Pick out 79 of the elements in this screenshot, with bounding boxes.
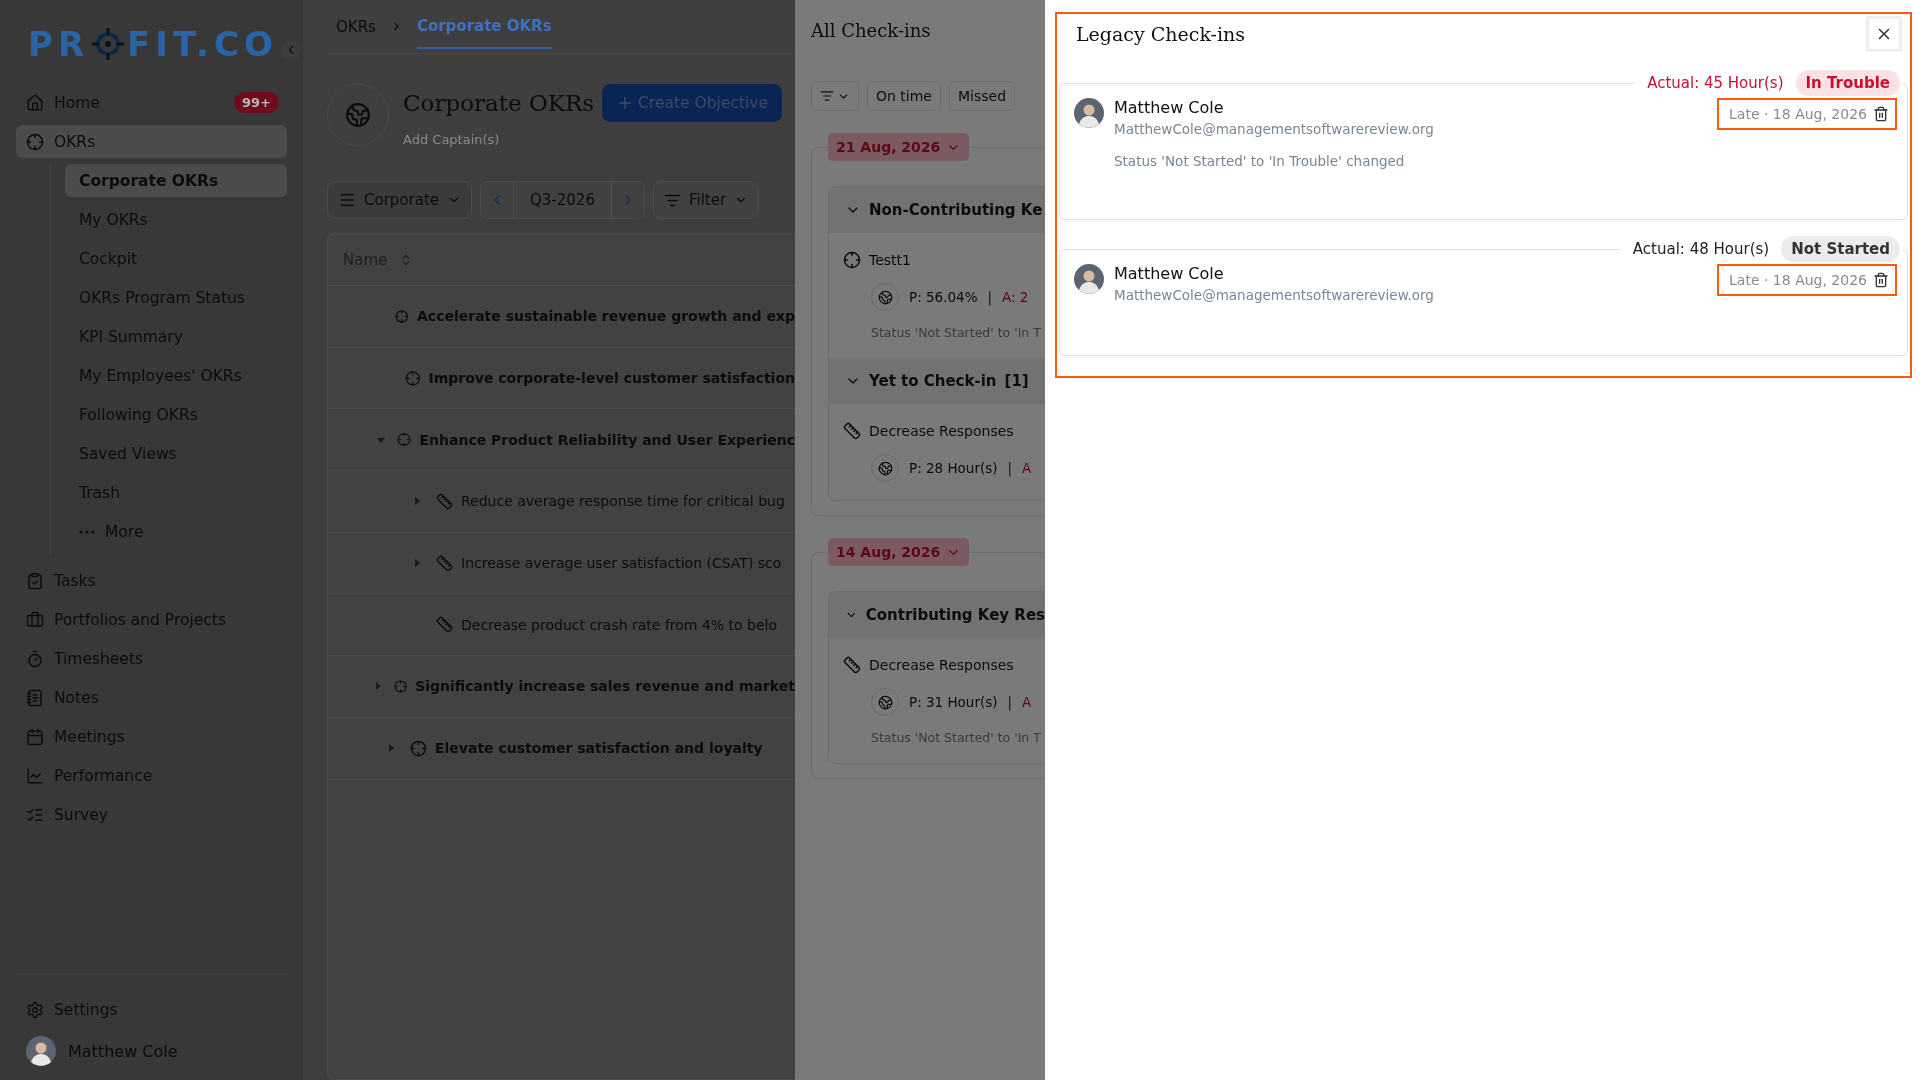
more-icon (79, 529, 95, 534)
date-chip[interactable]: 14 Aug, 2026 (828, 538, 970, 566)
user-avatar (1074, 98, 1104, 128)
section-title: Yet to Check-in (869, 372, 997, 390)
planned-value: P: 31 Hour(s) (909, 694, 998, 710)
ruler-icon (436, 492, 453, 510)
status-change: Status 'Not Started' to 'In T (870, 730, 1042, 745)
panel-title: Legacy Check-ins (1076, 23, 1246, 45)
section-header[interactable]: Contributing Key Res (829, 592, 1045, 638)
breadcrumb-link[interactable]: Corporate OKRs (416, 4, 552, 49)
user-email: MatthewCole@managementsoftwarereview.org (1114, 121, 1434, 137)
chart-icon (26, 766, 44, 785)
planned-value: P: 56.04% (909, 289, 978, 305)
status-change: Status 'Not Started' to 'In Trouble' changed (1114, 153, 1406, 169)
add-captain-link[interactable]: Add Captain(s) (403, 132, 782, 147)
target-icon (397, 431, 412, 449)
separator: | (1007, 694, 1013, 710)
target-icon (843, 251, 861, 269)
notification-badge: 99+ (234, 92, 279, 113)
target-icon (395, 307, 409, 325)
user-avatar (26, 1036, 56, 1066)
section-count: [1] (1004, 372, 1029, 390)
panel-title: All Check-ins (811, 20, 932, 41)
user-avatar (1074, 264, 1104, 294)
delete-button[interactable] (1873, 106, 1889, 122)
status-badge: Not Started (1781, 236, 1900, 262)
section-title: Contributing Key Res (865, 606, 1045, 624)
actual-value: A: 2 (1002, 289, 1029, 305)
planned-value: P: 28 Hour(s) (909, 460, 998, 476)
checkin-name: Decrease Responses (869, 657, 1014, 673)
notepad-icon (26, 688, 44, 707)
actual-value: Actual: 45 Hour(s) (1647, 74, 1784, 92)
crosshair-icon (92, 28, 125, 60)
date-chip[interactable]: 21 Aug, 2026 (828, 133, 970, 161)
section-title: Non-Contributing Ke (869, 201, 1043, 219)
checkin-name: Decrease Responses (869, 423, 1014, 439)
separator: | (1007, 460, 1013, 476)
user-name: Matthew Cole (1114, 98, 1225, 117)
status-badge: In Trouble (1795, 70, 1900, 96)
ruler-icon (436, 616, 453, 634)
target-icon (410, 739, 427, 757)
close-button[interactable] (1866, 16, 1902, 52)
actual-value: A (1022, 460, 1032, 476)
ruler-icon (436, 554, 453, 572)
target-icon (393, 677, 408, 695)
target-icon (404, 369, 421, 387)
actual-value: A (1022, 694, 1032, 710)
checkin-name: Testt1 (869, 252, 911, 268)
filter-chip[interactable]: Missed (949, 81, 1016, 111)
timer-icon (26, 649, 44, 668)
nav-subitem[interactable]: Corporate OKRs (65, 164, 287, 197)
nav-item[interactable]: OKRs (16, 125, 287, 158)
target-icon (26, 132, 44, 151)
separator: | (987, 289, 993, 305)
menu-icon (338, 191, 356, 209)
caret-icon[interactable] (412, 558, 422, 569)
trash-icon (1873, 106, 1889, 122)
home-icon (26, 93, 44, 112)
checkin-date: Late · 18 Aug, 2026 (1729, 106, 1867, 122)
checkin-date: Late · 18 Aug, 2026 (1729, 272, 1867, 288)
caret-icon[interactable] (412, 496, 422, 507)
clipboard-icon (26, 571, 44, 590)
section-header[interactable]: Yet to Check-in [1] (829, 358, 1045, 404)
settings-icon (26, 1000, 44, 1019)
filter-dropdown[interactable] (811, 81, 859, 111)
user-name: Matthew Cole (1114, 264, 1225, 283)
user-email: MatthewCole@managementsoftwarereview.org (1114, 287, 1434, 303)
section-header[interactable]: Non-Contributing Ke (829, 187, 1045, 233)
filter-chip[interactable]: On time (867, 81, 941, 111)
ruler-icon (843, 422, 861, 440)
ruler-icon (843, 656, 861, 674)
status-change: Status 'Not Started' to 'In T (870, 325, 1042, 340)
calendar-icon (26, 727, 44, 746)
caret-icon[interactable] (386, 743, 396, 754)
actual-value: Actual: 48 Hour(s) (1632, 240, 1770, 258)
filter-icon (820, 89, 834, 103)
delete-button[interactable] (1873, 272, 1889, 288)
trash-icon (1873, 272, 1889, 288)
briefcase-icon (26, 610, 44, 629)
